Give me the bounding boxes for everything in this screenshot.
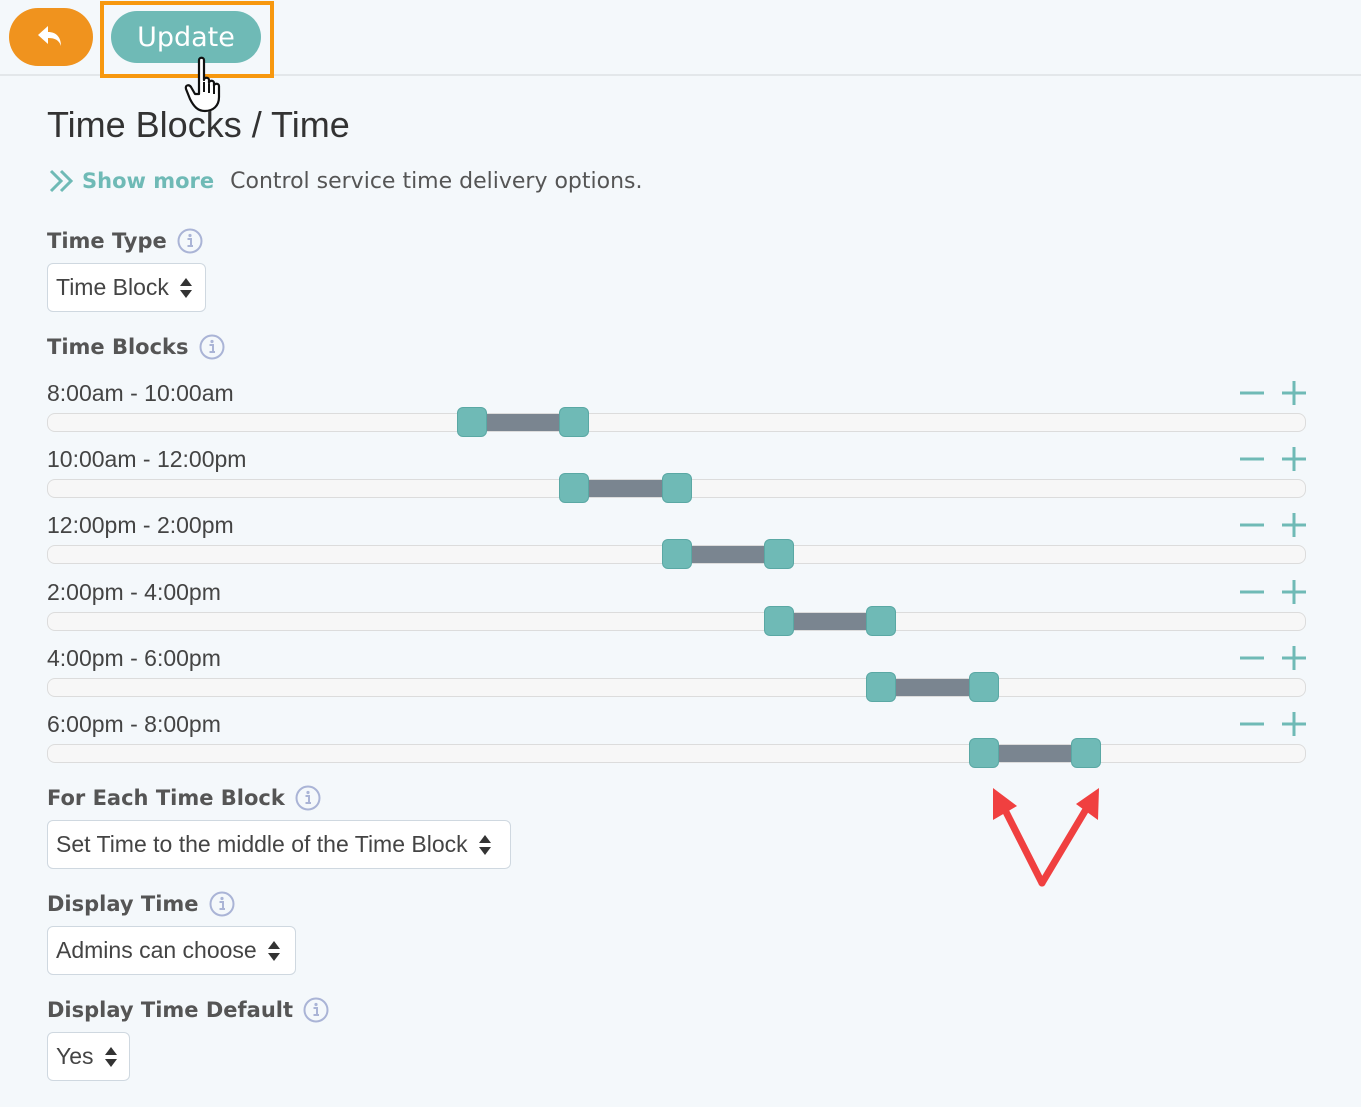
time-block-slider-handle-start[interactable] bbox=[456, 407, 487, 437]
time-type-select[interactable]: Time Block bbox=[47, 263, 206, 312]
time-block-slider-handle-end[interactable] bbox=[1071, 738, 1102, 768]
time-block-slider-track[interactable] bbox=[47, 413, 1306, 432]
time-block-label: 4:00pm - 6:00pm bbox=[47, 645, 221, 671]
info-icon[interactable] bbox=[177, 228, 203, 254]
info-icon[interactable] bbox=[199, 334, 225, 360]
time-type-label-text: Time Type bbox=[47, 229, 167, 253]
display-time-default-label-text: Display Time Default bbox=[47, 998, 294, 1022]
time-type-label: Time Type bbox=[47, 228, 203, 254]
plus-icon[interactable] bbox=[1279, 577, 1309, 607]
info-icon[interactable] bbox=[303, 997, 329, 1023]
back-button[interactable] bbox=[9, 8, 93, 66]
plus-icon[interactable] bbox=[1279, 643, 1309, 673]
for-each-label: For Each Time Block bbox=[47, 785, 321, 811]
minus-icon[interactable] bbox=[1237, 378, 1267, 408]
show-more-link[interactable]: Show more bbox=[82, 169, 214, 193]
for-each-label-text: For Each Time Block bbox=[47, 786, 285, 810]
time-block-label: 12:00pm - 2:00pm bbox=[47, 512, 234, 538]
minus-icon[interactable] bbox=[1237, 643, 1267, 673]
time-block-slider-handle-end[interactable] bbox=[866, 606, 897, 636]
page-description: Control service time delivery options. bbox=[230, 168, 643, 194]
display-time-value: Admins can choose bbox=[56, 937, 257, 963]
time-block-slider-handle-end[interactable] bbox=[763, 539, 794, 569]
plus-icon[interactable] bbox=[1279, 378, 1309, 408]
plus-icon[interactable] bbox=[1279, 709, 1309, 739]
time-block-slider-handle-end[interactable] bbox=[661, 473, 692, 503]
time-block-slider-handle-start[interactable] bbox=[763, 606, 794, 636]
annotation-arrows-icon bbox=[993, 788, 1099, 887]
time-block-slider-track[interactable] bbox=[47, 678, 1306, 697]
display-time-label: Display Time bbox=[47, 891, 235, 917]
time-block-slider-handle-start[interactable] bbox=[968, 738, 999, 768]
sort-arrows-icon bbox=[179, 277, 193, 299]
display-time-default-label: Display Time Default bbox=[47, 997, 329, 1023]
plus-icon[interactable] bbox=[1279, 444, 1309, 474]
time-block-slider-handle-end[interactable] bbox=[968, 672, 999, 702]
time-blocks-label-text: Time Blocks bbox=[47, 335, 189, 359]
time-block-slider-track[interactable] bbox=[47, 744, 1306, 763]
time-block-label: 6:00pm - 8:00pm bbox=[47, 711, 221, 737]
display-time-default-value: Yes bbox=[56, 1043, 94, 1069]
time-block-slider-handle-start[interactable] bbox=[661, 539, 692, 569]
time-block-slider-handle-start[interactable] bbox=[559, 473, 590, 503]
display-time-select[interactable]: Admins can choose bbox=[47, 926, 296, 975]
double-chevron-right-icon[interactable] bbox=[48, 169, 76, 193]
time-type-value: Time Block bbox=[56, 274, 169, 300]
show-more-row: Show more Control service time delivery … bbox=[48, 165, 643, 197]
plus-icon[interactable] bbox=[1279, 510, 1309, 540]
undo-arrow-icon bbox=[38, 26, 61, 46]
sort-arrows-icon bbox=[104, 1046, 118, 1068]
for-each-value: Set Time to the middle of the Time Block bbox=[56, 831, 468, 857]
time-block-slider-handle-end[interactable] bbox=[559, 407, 590, 437]
sort-arrows-icon bbox=[267, 940, 281, 962]
display-time-label-text: Display Time bbox=[47, 892, 199, 916]
sort-arrows-icon bbox=[478, 834, 492, 856]
minus-icon[interactable] bbox=[1237, 577, 1267, 607]
time-blocks-label: Time Blocks bbox=[47, 334, 225, 360]
minus-icon[interactable] bbox=[1237, 510, 1267, 540]
page-title: Time Blocks / Time bbox=[47, 104, 350, 145]
time-block-label: 2:00pm - 4:00pm bbox=[47, 579, 221, 605]
info-icon[interactable] bbox=[295, 785, 321, 811]
minus-icon[interactable] bbox=[1237, 444, 1267, 474]
time-block-slider-track[interactable] bbox=[47, 612, 1306, 631]
info-icon[interactable] bbox=[209, 891, 235, 917]
minus-icon[interactable] bbox=[1237, 709, 1267, 739]
time-block-slider-handle-start[interactable] bbox=[866, 672, 897, 702]
time-block-label: 8:00am - 10:00am bbox=[47, 380, 234, 406]
for-each-select[interactable]: Set Time to the middle of the Time Block bbox=[47, 820, 511, 869]
time-block-label: 10:00am - 12:00pm bbox=[47, 446, 247, 472]
display-time-default-select[interactable]: Yes bbox=[47, 1032, 130, 1081]
